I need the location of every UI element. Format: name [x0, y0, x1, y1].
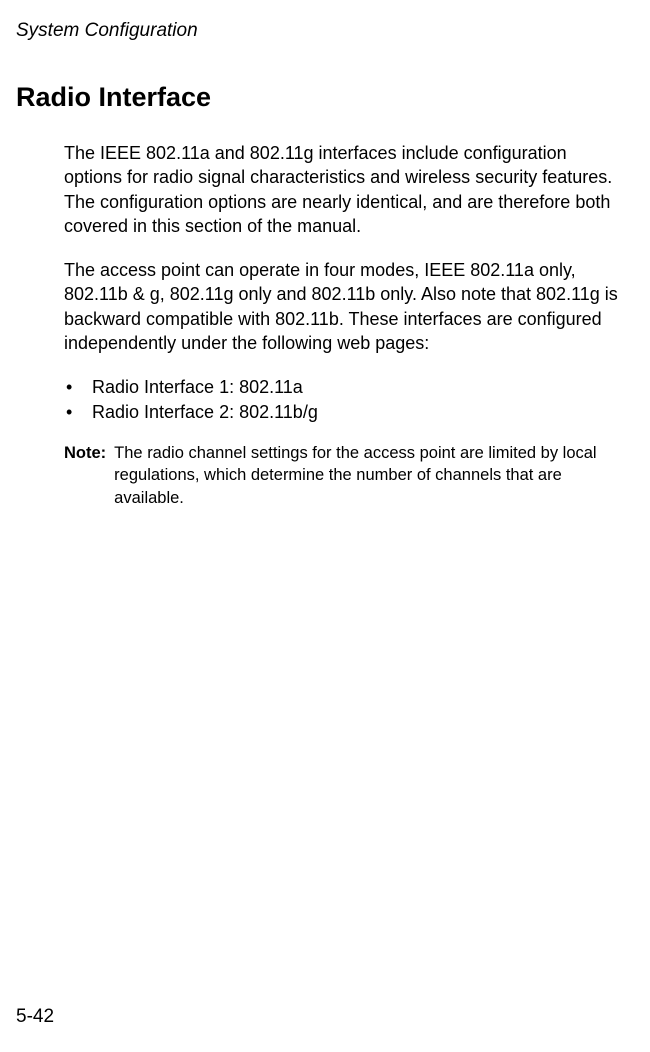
- paragraph-1: The IEEE 802.11a and 802.11g interfaces …: [64, 141, 620, 238]
- bullet-list: Radio Interface 1: 802.11a Radio Interfa…: [64, 375, 620, 424]
- page-number: 5-42: [16, 1006, 54, 1028]
- note-block: Note: The radio channel settings for the…: [64, 442, 620, 509]
- note-label: Note:: [64, 444, 106, 463]
- content-area: The IEEE 802.11a and 802.11g interfaces …: [16, 141, 620, 509]
- section-title: Radio Interface: [16, 82, 620, 113]
- note-text: The radio channel settings for the acces…: [114, 442, 620, 509]
- list-item: Radio Interface 1: 802.11a: [64, 375, 620, 399]
- paragraph-2: The access point can operate in four mod…: [64, 258, 620, 355]
- page-header: System Configuration: [16, 20, 620, 42]
- list-item: Radio Interface 2: 802.11b/g: [64, 400, 620, 424]
